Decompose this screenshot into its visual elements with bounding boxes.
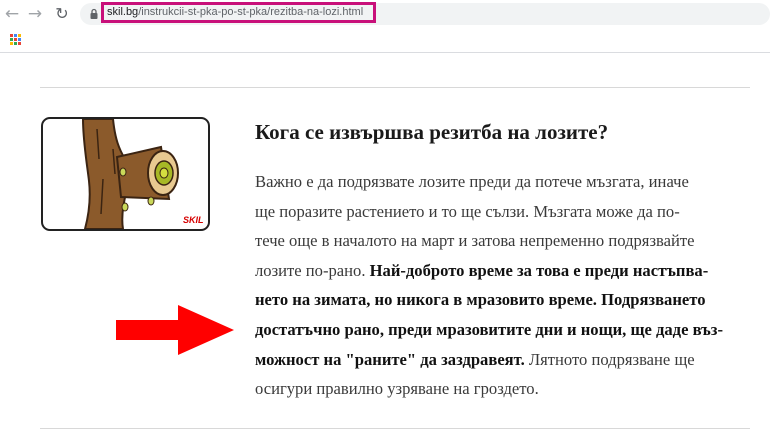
- url-path: /instrukcii-st-pka-po-st-pka/rezitba-na-…: [138, 6, 364, 18]
- paragraph-line: нето на зимата, но никога в мразовито вр…: [255, 290, 706, 310]
- red-arrow-icon: [116, 305, 234, 355]
- article-heading: Кога се извършва резитба на лозите?: [255, 120, 609, 144]
- apps-grid-icon[interactable]: [10, 34, 21, 45]
- paragraph-line: лозите по-рано. Най-доброто време за тов…: [255, 260, 709, 280]
- paragraph-line: Важно е да подрязвате лозите преди да по…: [255, 172, 689, 191]
- reload-icon[interactable]: ↻: [52, 4, 72, 24]
- paragraph-line: ще поразите растението и то ще сълзи. Мъ…: [255, 201, 680, 221]
- divider-bottom: [40, 428, 750, 429]
- browser-toolbar: ← → ↻ skil.bg/instrukcii-st-pka-po-st-pk…: [0, 0, 770, 28]
- back-arrow-icon[interactable]: ←: [2, 4, 22, 24]
- skil-logo: SKIL: [183, 215, 204, 225]
- url-text[interactable]: skil.bg/instrukcii-st-pka-po-st-pka/rezi…: [107, 6, 363, 18]
- lock-icon[interactable]: [90, 8, 98, 20]
- paragraph-line: осигури правилно узряване на гроздето.: [255, 379, 539, 399]
- divider-top: [40, 87, 750, 88]
- article-paragraph: Важно е да подрязвате лозите преди да по…: [255, 167, 755, 404]
- url-host: skil.bg: [107, 6, 139, 18]
- paragraph-line: достатъчно рано, преди мразовитите дни и…: [255, 319, 724, 339]
- bookmarks-bar: [0, 28, 770, 53]
- pruned-vine-illustration: SKIL: [41, 117, 210, 231]
- tree-trunk-icon: SKIL: [81, 119, 204, 229]
- address-bar[interactable]: skil.bg/instrukcii-st-pka-po-st-pka/rezi…: [80, 2, 770, 25]
- forward-arrow-icon[interactable]: →: [25, 4, 45, 24]
- paragraph-line: можност на "раните" да заздравеят. Лятно…: [255, 349, 695, 369]
- paragraph-line: тече още в началото на март и затова неп…: [255, 231, 695, 251]
